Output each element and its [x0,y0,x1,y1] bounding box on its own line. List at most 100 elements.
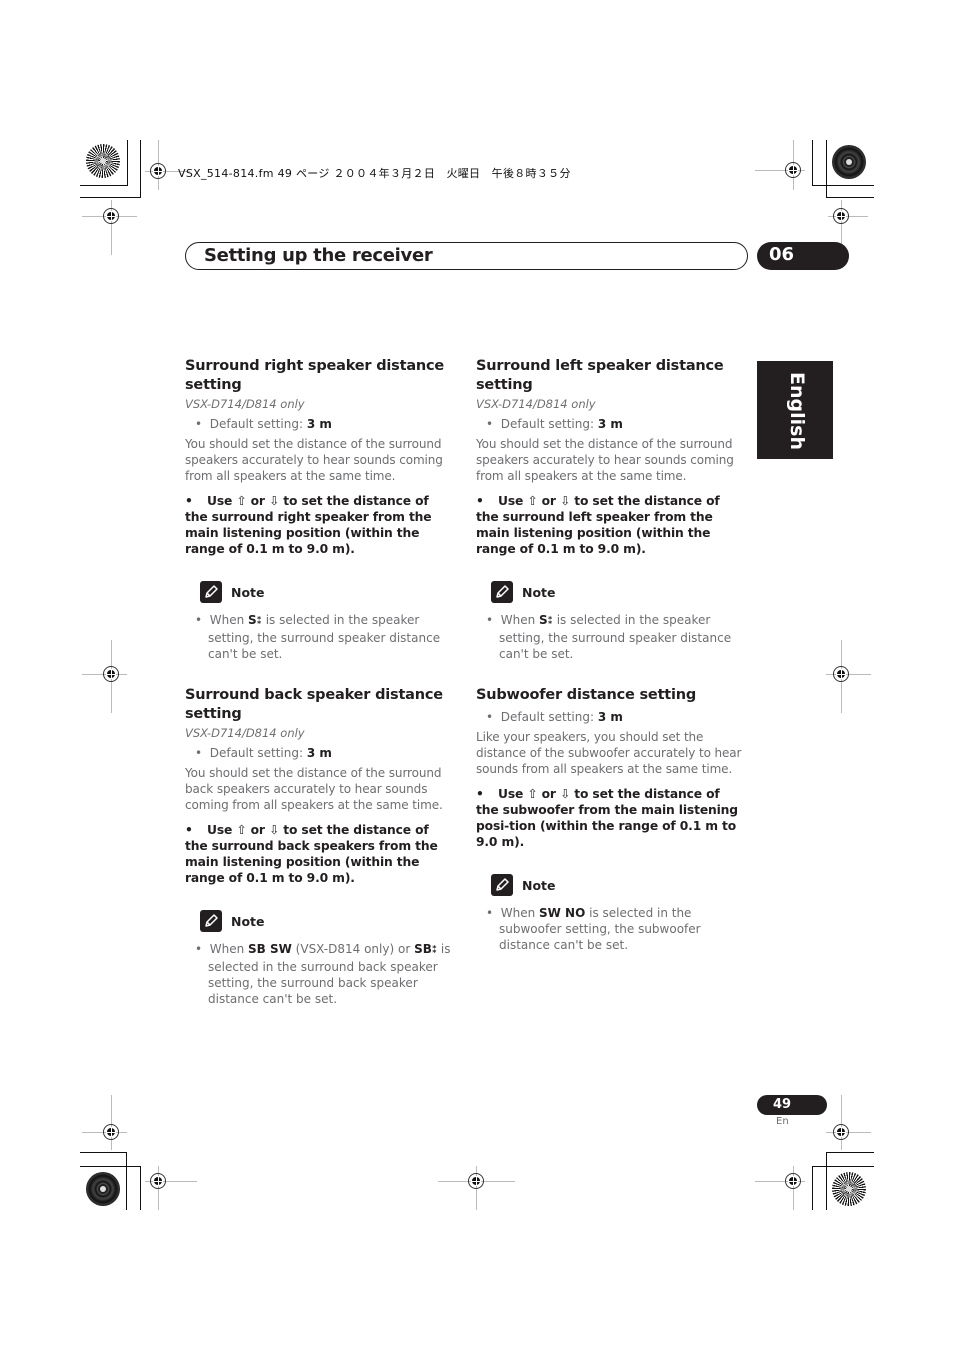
section-heading: Surround back speaker distance setting [185,687,443,722]
section-surround-left: Surround left speaker distance setting V… [476,357,744,662]
note-label: Note [522,877,556,893]
crop-mark [826,1152,827,1210]
instr-text: Use [207,823,237,837]
crop-mark [80,197,141,198]
down-arrow-icon: ⇩ [268,494,280,508]
note-header: Note [491,581,744,603]
note-text-part: When [209,613,248,627]
model-note: VSX-D714/D814 only [185,726,305,740]
crop-mark [812,140,813,186]
registration-mark-icon [103,208,119,224]
starburst-mark-icon [86,144,120,178]
note-bold: SB SW [248,942,292,956]
note-label: Note [231,913,265,929]
note-bold: SW NO [539,906,586,920]
crop-mark [80,185,128,186]
note-label: Note [231,584,265,600]
crop-mark [140,1166,141,1210]
crop-mark [126,1152,127,1210]
default-label: Default setting: [500,417,598,431]
registration-mark-icon [785,162,801,178]
note-text-part: When [500,906,539,920]
default-label: Default setting: [209,417,307,431]
instr-text: or [246,494,269,508]
crop-mark [826,197,874,198]
registration-mark-icon [833,666,849,682]
default-value: 3 m [597,710,623,724]
note-text-part: When [500,613,539,627]
section-surround-right: Surround right speaker distance setting … [185,357,453,662]
instr-text: Use [498,494,528,508]
crop-mark [826,140,827,198]
guide-line [111,1095,112,1150]
instr-text: Use [207,494,237,508]
section-title: Setting up the receiver [204,245,433,266]
instruction: • Use ⇧ or ⇩ to set the distance of the s… [476,494,720,556]
note-text: • When SW NO is selected in the subwoofe… [486,906,701,952]
default-label: Default setting: [500,710,598,724]
section-surround-back: Surround back speaker distance setting V… [185,686,453,1007]
section-subwoofer: Subwoofer distance setting • Default set… [476,686,744,953]
note-bold: S [248,613,257,627]
default-value: 3 m [306,417,332,431]
default-setting: • Default setting: 3 m [195,417,332,431]
language-label: English [786,372,808,450]
model-note: VSX-D714/D814 only [185,397,305,411]
registration-mark-icon [833,208,849,224]
note-label: Note [522,584,556,600]
crop-mark [826,1152,874,1153]
instruction: • Use ⇧ or ⇩ to set the distance of the s… [185,494,432,556]
page-number-badge: 49 [757,1095,827,1115]
chapter-number: 06 [769,244,795,265]
default-setting: • Default setting: 3 m [486,417,623,431]
file-header: VSX_514-814.fm 49 ページ ２００４年３月２日 火曜日 午後８時… [178,167,571,180]
pencil-icon [200,910,222,932]
down-arrow-icon: ⇩ [268,823,280,837]
down-arrow-icon: ⇩ [559,787,571,801]
page-language: En [776,1116,789,1127]
registration-mark-icon [150,163,166,179]
registration-mark-icon [785,1173,801,1189]
instr-text: Use [498,787,528,801]
pencil-icon [491,581,513,603]
note-text-part: (VSX-D814 only) or [291,942,415,956]
up-arrow-icon: ⇧ [236,494,247,508]
body-text: You should set the distance of the surro… [476,437,734,483]
body-text: You should set the distance of the surro… [185,437,443,483]
note-text: • When SB SW (VSX-D814 only) or SB⁑ is s… [195,942,451,1006]
body-text: Like your speakers, you should set the d… [476,730,742,776]
default-setting: • Default setting: 3 m [486,710,623,724]
section-heading: Subwoofer distance setting [476,687,697,703]
pencil-icon [200,581,222,603]
registration-mark-icon [103,666,119,682]
note-bold: SB [414,942,432,956]
registration-mark-icon [468,1173,484,1189]
crop-mark [812,185,874,186]
note-text: • When S⁑ is selected in the speaker set… [195,613,441,661]
crop-mark [80,1166,141,1167]
language-tab: English [757,361,833,459]
instruction: • Use ⇧ or ⇩ to set the distance of the s… [185,823,438,885]
default-setting: • Default setting: 3 m [195,746,332,760]
note-header: Note [200,581,453,603]
registration-mark-icon [833,1124,849,1140]
pencil-icon [491,874,513,896]
starburst-mark-icon [832,145,866,179]
chapter-badge: 06 [757,242,849,270]
section-header: Setting up the receiver [185,242,748,270]
default-label: Default setting: [209,746,307,760]
body-text: You should set the distance of the surro… [185,766,443,812]
model-note: VSX-D714/D814 only [476,397,596,411]
note-header: Note [491,874,744,896]
note-text: • When S⁑ is selected in the speaker set… [486,613,732,661]
crop-mark [140,140,141,198]
default-value: 3 m [597,417,623,431]
section-heading: Surround right speaker distance setting [185,358,445,393]
starburst-mark-icon [832,1172,866,1206]
instruction: • Use ⇧ or ⇩ to set the distance of the s… [476,787,738,849]
up-arrow-icon: ⇧ [236,823,247,837]
instr-text: or [537,494,560,508]
note-header: Note [200,910,453,932]
up-arrow-icon: ⇧ [527,494,538,508]
default-value: 3 m [306,746,332,760]
